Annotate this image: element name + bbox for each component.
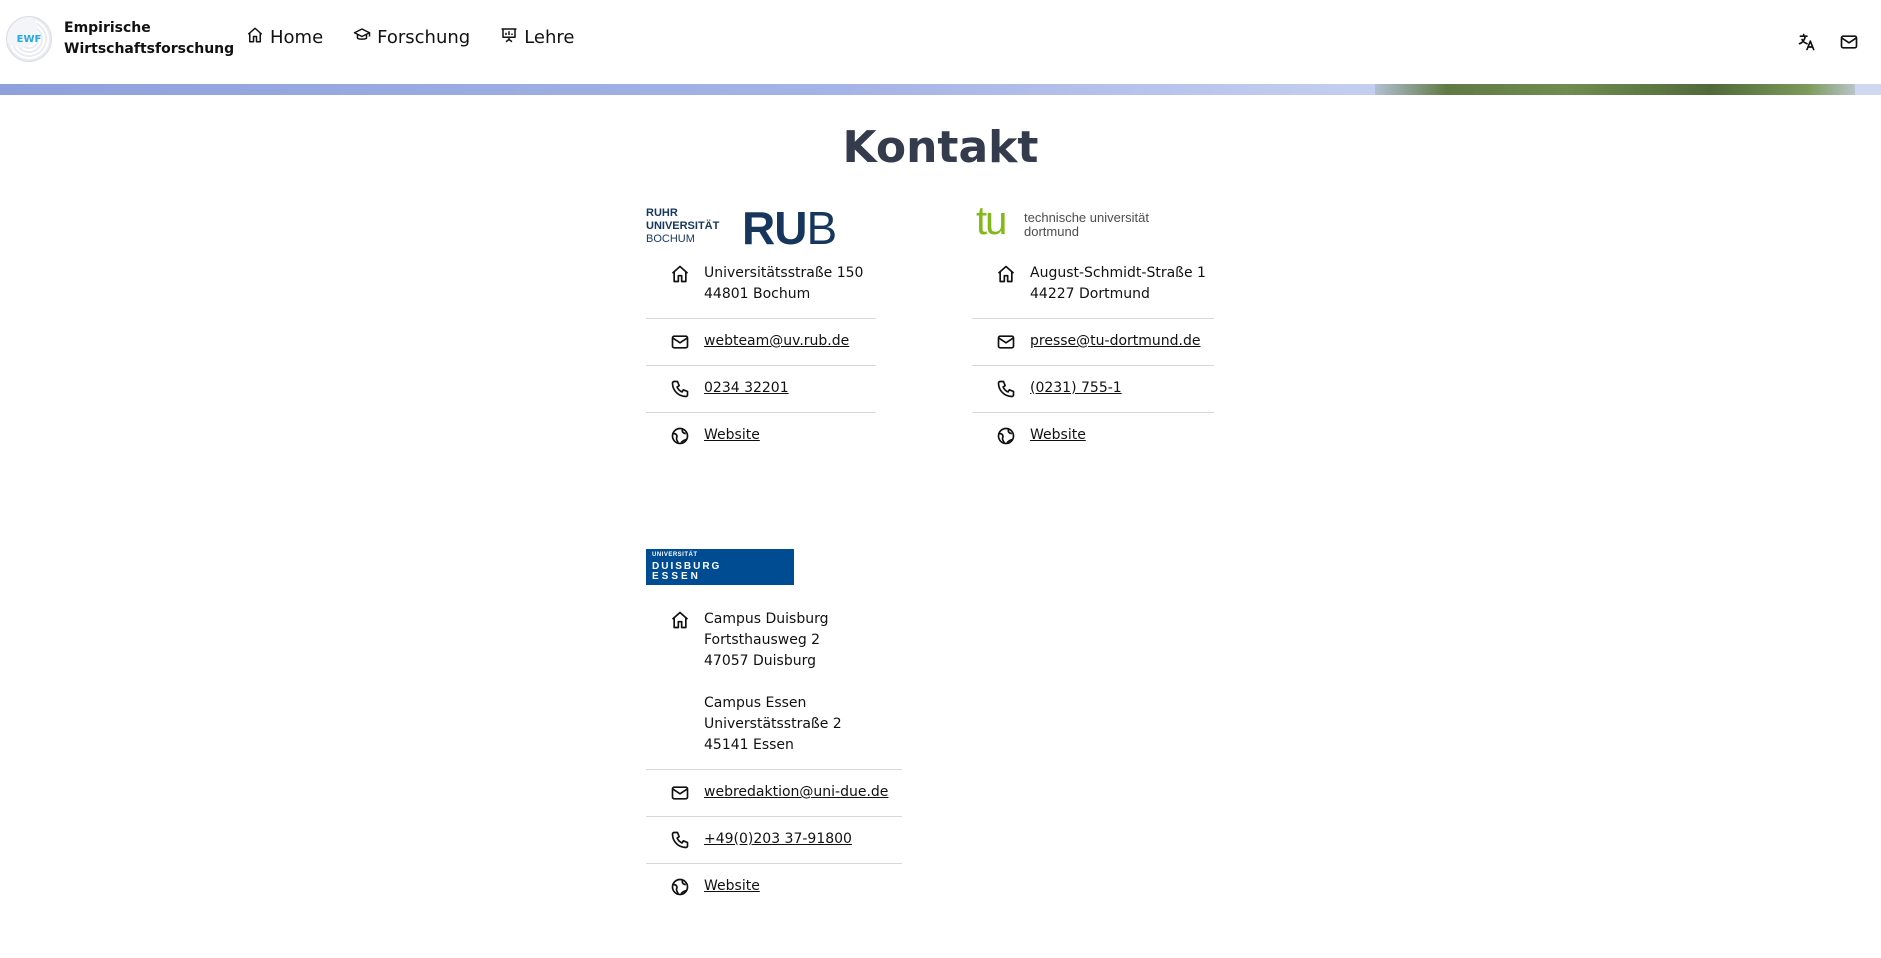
mail-icon bbox=[668, 331, 692, 352]
address-line: 44801 Bochum bbox=[704, 286, 811, 302]
address-text: August-Schmidt-Straße 1 44227 Dortmund bbox=[1030, 263, 1206, 305]
globe-icon bbox=[668, 425, 692, 446]
website-link[interactable]: Website bbox=[704, 425, 760, 446]
address-row: Universitätsstraße 150 44801 Bochum bbox=[646, 251, 876, 319]
website-row: Website bbox=[646, 413, 876, 459]
globe-icon bbox=[668, 876, 692, 897]
address-spacer bbox=[704, 672, 842, 693]
address-line: 47057 Duisburg bbox=[704, 653, 816, 669]
tu-logo-mark: tu bbox=[976, 199, 1007, 243]
website-link[interactable]: Website bbox=[704, 876, 760, 897]
phone-row: 0234 32201 bbox=[646, 366, 876, 413]
contact-mail-button[interactable] bbox=[1839, 32, 1859, 56]
contact-card-tu-dortmund: tu technische universität dortmund Augus… bbox=[972, 199, 1214, 459]
address-line: Campus Essen bbox=[704, 695, 807, 711]
home-icon bbox=[994, 263, 1018, 284]
top-navigation-bar: EWF Empirische Wirtschaftsforschung Home… bbox=[0, 0, 1881, 84]
address-line: 44227 Dortmund bbox=[1030, 286, 1150, 302]
phone-icon bbox=[668, 829, 692, 850]
email-link[interactable]: presse@tu-dortmund.de bbox=[1030, 331, 1200, 352]
address-line: Universitätsstraße 150 bbox=[704, 265, 864, 281]
email-link[interactable]: webteam@uv.rub.de bbox=[704, 331, 849, 352]
phone-icon bbox=[994, 378, 1018, 399]
website-row: Website bbox=[972, 413, 1214, 459]
address-line: Universtätsstraße 2 bbox=[704, 716, 842, 732]
email-link[interactable]: webredaktion@uni-due.de bbox=[704, 782, 888, 803]
rub-logo-line2: UNIVERSITÄT bbox=[646, 220, 720, 232]
ude-logo-line3: ESSEN bbox=[652, 571, 701, 582]
ude-logo-line1: UNIVERSITÄT bbox=[652, 552, 698, 558]
mail-icon bbox=[1839, 32, 1859, 56]
rub-logo-mark-b: B bbox=[806, 202, 837, 254]
address-row: August-Schmidt-Straße 1 44227 Dortmund bbox=[972, 251, 1214, 319]
address-line: Fortsthausweg 2 bbox=[704, 632, 821, 648]
tu-logo-line1: technische universität bbox=[1024, 210, 1150, 225]
phone-link[interactable]: (0231) 755-1 bbox=[1030, 378, 1122, 399]
nav-item-label: Home bbox=[270, 27, 324, 48]
rub-logo-mark-a: RU bbox=[742, 202, 807, 254]
tu-logo-line2: dortmund bbox=[1024, 224, 1079, 239]
header-actions bbox=[1775, 32, 1859, 56]
translate-icon bbox=[1797, 32, 1817, 56]
graduation-cap-icon bbox=[353, 26, 377, 49]
address-row: Campus Duisburg Fortsthausweg 2 47057 Du… bbox=[646, 597, 902, 770]
phone-icon bbox=[668, 378, 692, 399]
ewf-logo-text: EWF bbox=[16, 33, 42, 45]
banner-trees-image bbox=[1375, 84, 1855, 95]
email-row: presse@tu-dortmund.de bbox=[972, 319, 1214, 366]
contact-list: Campus Duisburg Fortsthausweg 2 47057 Du… bbox=[646, 597, 902, 910]
rub-logo-line1: RUHR bbox=[646, 207, 678, 219]
address-line: 45141 Essen bbox=[704, 737, 794, 753]
contact-card-rub: RUHR UNIVERSITÄT BOCHUM RUB Universitäts… bbox=[646, 202, 876, 459]
address-line: August-Schmidt-Straße 1 bbox=[1030, 265, 1206, 281]
contact-card-uni-due: UNIVERSITÄT DUISBURG ESSEN Campus Duisbu… bbox=[646, 549, 902, 910]
address-line: Campus Duisburg bbox=[704, 611, 829, 627]
rub-logo-wordmark: RUHR UNIVERSITÄT BOCHUM bbox=[646, 207, 719, 246]
nav-item-label: Lehre bbox=[524, 27, 575, 48]
main-navigation: Home Forschung Lehre bbox=[246, 26, 605, 49]
home-icon bbox=[668, 263, 692, 284]
mail-icon bbox=[994, 331, 1018, 352]
email-row: webredaktion@uni-due.de bbox=[646, 770, 902, 817]
hero-banner-strip bbox=[0, 84, 1881, 95]
brand-title: Empirische Wirtschaftsforschung bbox=[64, 20, 235, 57]
tu-dortmund-logo: tu technische universität dortmund bbox=[972, 199, 1214, 251]
website-link[interactable]: Website bbox=[1030, 425, 1086, 446]
contact-list: Universitätsstraße 150 44801 Bochum webt… bbox=[646, 251, 876, 459]
phone-link[interactable]: 0234 32201 bbox=[704, 378, 789, 399]
nav-item-home[interactable]: Home bbox=[246, 26, 323, 49]
language-toggle-button[interactable] bbox=[1797, 32, 1817, 56]
uni-due-logo: UNIVERSITÄT DUISBURG ESSEN bbox=[646, 549, 902, 593]
ewf-logo: EWF bbox=[6, 16, 52, 62]
mail-icon bbox=[668, 782, 692, 803]
globe-icon bbox=[994, 425, 1018, 446]
tu-logo-wordmark: technische universität dortmund bbox=[1024, 211, 1149, 239]
rub-logo-line3: BOCHUM bbox=[646, 233, 695, 245]
nav-item-label: Forschung bbox=[377, 27, 471, 48]
address-text: Universitätsstraße 150 44801 Bochum bbox=[704, 263, 863, 305]
nav-item-forschung[interactable]: Forschung bbox=[353, 26, 470, 49]
address-text: Campus Duisburg Fortsthausweg 2 47057 Du… bbox=[704, 609, 842, 756]
email-row: webteam@uv.rub.de bbox=[646, 319, 876, 366]
ude-logo-box: UNIVERSITÄT DUISBURG ESSEN bbox=[646, 549, 794, 585]
rub-logo: RUHR UNIVERSITÄT BOCHUM RUB bbox=[646, 202, 876, 254]
phone-link[interactable]: +49(0)203 37-91800 bbox=[704, 829, 852, 850]
website-row: Website bbox=[646, 864, 902, 910]
phone-row: (0231) 755-1 bbox=[972, 366, 1214, 413]
home-icon bbox=[246, 26, 270, 49]
presentation-icon bbox=[500, 26, 524, 49]
brand-home-link[interactable]: EWF Empirische Wirtschaftsforschung bbox=[6, 16, 235, 62]
contact-list: August-Schmidt-Straße 1 44227 Dortmund p… bbox=[972, 251, 1214, 459]
rub-logo-mark: RUB bbox=[742, 201, 837, 255]
page-title: Kontakt bbox=[842, 122, 1039, 173]
nav-item-lehre[interactable]: Lehre bbox=[500, 26, 575, 49]
phone-row: +49(0)203 37-91800 bbox=[646, 817, 902, 864]
home-icon bbox=[668, 609, 692, 630]
